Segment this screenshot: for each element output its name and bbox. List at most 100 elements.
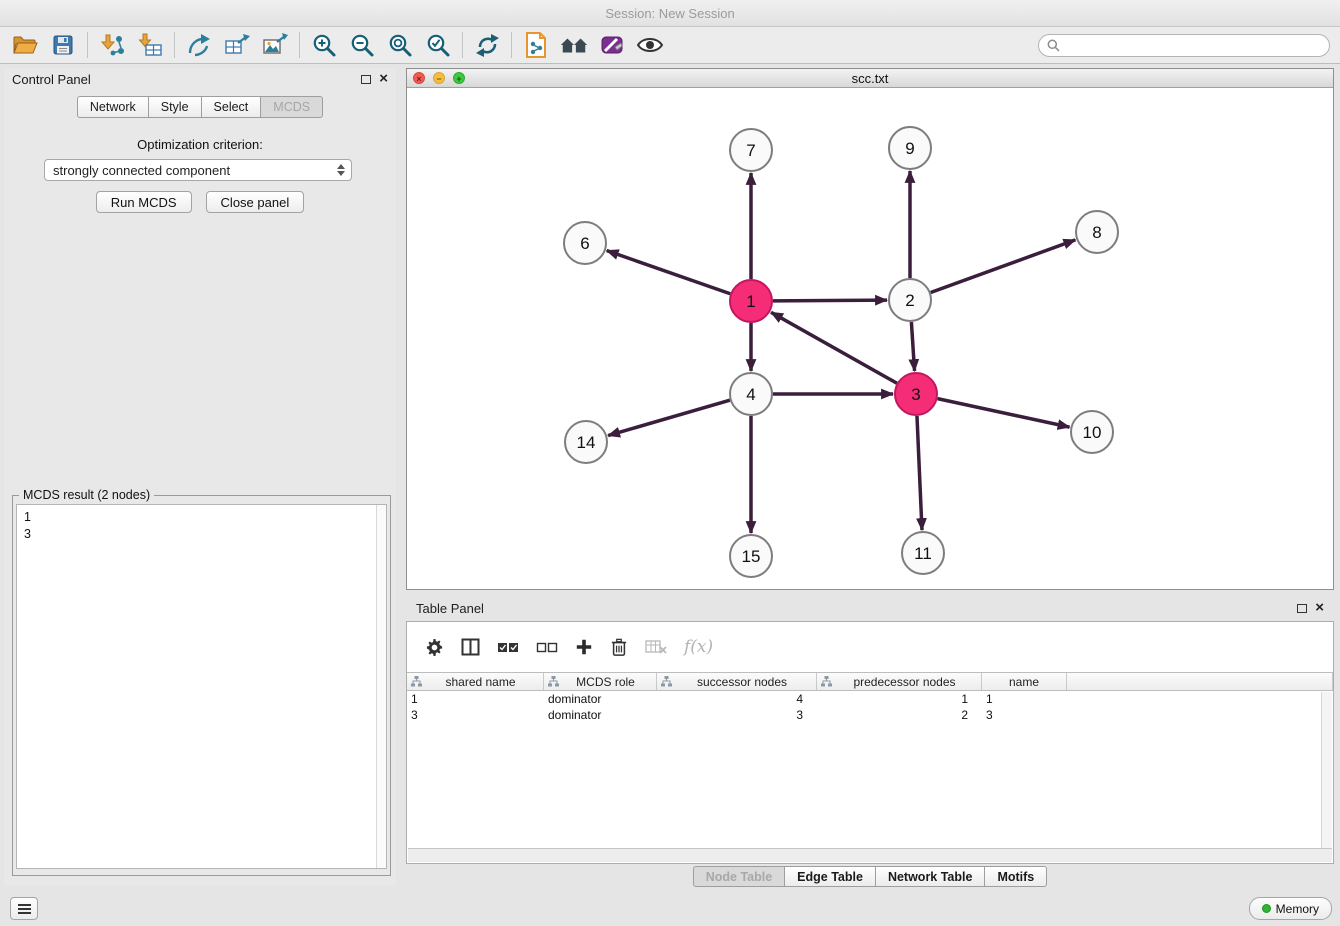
zoom-fit-icon [388, 33, 413, 58]
network-canvas[interactable]: 7968124310141511 [407, 89, 1333, 589]
status-bar: Memory [0, 893, 1340, 926]
close-table-panel-icon[interactable]: × [1315, 603, 1324, 613]
close-panel-icon[interactable]: × [379, 74, 388, 84]
zoom-selected-button[interactable] [423, 30, 453, 60]
zoom-in-button[interactable] [309, 30, 339, 60]
style-brush-button[interactable] [597, 30, 627, 60]
mcds-result-label: MCDS result (2 nodes) [19, 488, 154, 502]
graph-edge-2-3[interactable] [911, 322, 914, 371]
table-horizontal-scrollbar[interactable] [408, 848, 1332, 862]
task-history-button[interactable] [10, 897, 38, 920]
column-header-mcds-role[interactable]: MCDS role [544, 673, 657, 690]
run-mcds-button[interactable]: Run MCDS [96, 191, 192, 213]
optimization-criterion-label: Optimization criterion: [4, 137, 396, 152]
graph-node-label: 6 [580, 234, 589, 253]
mcds-result-values: 1 3 [24, 509, 31, 543]
table-cell: 1 [982, 691, 1067, 707]
export-network-icon [186, 33, 212, 57]
refresh-icon [475, 33, 500, 58]
table-row[interactable]: 1dominator411 [407, 691, 1333, 707]
tab-mcds[interactable]: MCDS [261, 96, 323, 118]
home-button[interactable] [559, 30, 589, 60]
optimization-criterion-select[interactable]: strongly connected component [44, 159, 352, 181]
float-table-panel-icon[interactable] [1297, 604, 1307, 613]
plus-icon [575, 638, 593, 656]
eye-icon [636, 35, 664, 55]
search-input[interactable] [1065, 38, 1321, 52]
table-cell-filler [1067, 707, 1333, 723]
close-panel-button[interactable]: Close panel [206, 191, 305, 213]
graph-edge-3-11[interactable] [917, 416, 922, 530]
column-header-successor-nodes[interactable]: successor nodes [657, 673, 817, 690]
mcds-result-group: MCDS result (2 nodes) 1 3 [12, 495, 391, 876]
table-cell: dominator [544, 707, 657, 723]
tab-network-table[interactable]: Network Table [876, 866, 986, 887]
table-settings-button[interactable] [425, 638, 444, 657]
search-box[interactable] [1038, 34, 1330, 57]
tab-motifs[interactable]: Motifs [985, 866, 1047, 887]
tab-select[interactable]: Select [202, 96, 262, 118]
graph-edge-3-1[interactable] [771, 312, 897, 383]
zoom-selected-icon [426, 33, 451, 58]
zoom-out-button[interactable] [347, 30, 377, 60]
float-panel-icon[interactable] [361, 75, 371, 84]
delete-columns-button[interactable] [610, 637, 628, 657]
graph-node-label: 11 [914, 544, 932, 563]
network-document-button[interactable] [521, 30, 551, 60]
zoom-fit-button[interactable] [385, 30, 415, 60]
refresh-layout-button[interactable] [472, 30, 502, 60]
graph-svg[interactable]: 7968124310141511 [407, 89, 1333, 590]
maximize-window-button[interactable]: + [453, 72, 465, 84]
table-cell: 2 [817, 707, 982, 723]
export-network-button[interactable] [184, 30, 214, 60]
column-header-name[interactable]: name [982, 673, 1067, 690]
delete-table-button[interactable] [645, 639, 667, 655]
graph-edge-4-14[interactable] [608, 400, 730, 435]
table-row[interactable]: 3dominator323 [407, 707, 1333, 723]
column-header-shared-name[interactable]: shared name [407, 673, 544, 690]
graph-edge-2-8[interactable] [931, 240, 1076, 293]
import-network-button[interactable] [97, 30, 127, 60]
column-header-predecessor-nodes[interactable]: predecessor nodes [817, 673, 982, 690]
graph-edge-3-10[interactable] [938, 399, 1070, 428]
mcds-result-scrollbar[interactable] [376, 505, 386, 868]
table-panel-tabs: Node Table Edge Table Network Table Moti… [406, 866, 1334, 887]
export-table-button[interactable] [222, 30, 252, 60]
create-column-button[interactable] [575, 638, 593, 656]
open-session-button[interactable] [10, 30, 40, 60]
gear-icon [425, 638, 444, 657]
export-image-button[interactable] [260, 30, 290, 60]
save-session-button[interactable] [48, 30, 78, 60]
trash-icon [610, 637, 628, 657]
tab-style[interactable]: Style [149, 96, 202, 118]
table-vertical-scrollbar[interactable] [1321, 692, 1332, 848]
unselect-all-columns-button[interactable] [536, 641, 558, 654]
tab-network[interactable]: Network [77, 96, 149, 118]
graph-edge-1-2[interactable] [773, 300, 887, 301]
search-icon [1047, 39, 1060, 52]
tab-edge-table[interactable]: Edge Table [785, 866, 876, 887]
memory-status-icon [1262, 904, 1271, 913]
column-type-icon [411, 676, 422, 687]
zoom-out-icon [350, 33, 375, 58]
tab-node-table[interactable]: Node Table [693, 866, 785, 887]
show-column-button[interactable] [461, 638, 480, 656]
minimize-window-button[interactable]: − [433, 72, 445, 84]
function-builder-button[interactable]: f(x) [684, 637, 713, 657]
close-window-button[interactable]: × [413, 72, 425, 84]
mcds-result-area[interactable]: 1 3 [16, 504, 387, 869]
select-all-columns-button[interactable] [497, 641, 519, 654]
table-panel-title: Table Panel [416, 601, 484, 616]
graph-node-label: 8 [1092, 223, 1101, 242]
show-graphics-details-button[interactable] [635, 30, 665, 60]
memory-button[interactable]: Memory [1249, 897, 1332, 920]
task-list-icon [18, 908, 31, 910]
delete-table-icon [645, 639, 667, 655]
import-table-icon [137, 33, 163, 57]
style-brush-icon [600, 33, 624, 57]
table-cell: 1 [817, 691, 982, 707]
network-window-titlebar[interactable]: × − + scc.txt [407, 69, 1333, 88]
graph-edge-1-6[interactable] [607, 251, 731, 294]
import-table-button[interactable] [135, 30, 165, 60]
graph-node-label: 3 [911, 385, 920, 404]
